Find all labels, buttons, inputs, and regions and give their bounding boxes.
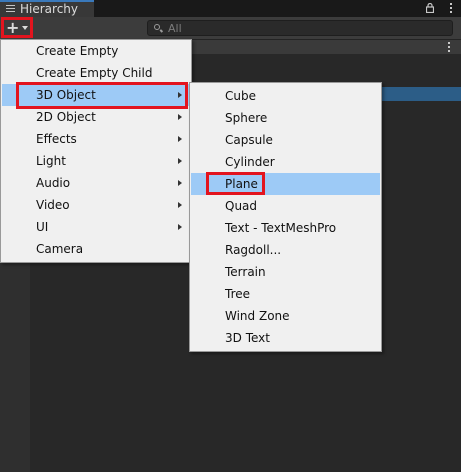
menu-item-video[interactable]: Video [2, 194, 190, 216]
highlight-3d-object [16, 82, 188, 109]
menu-item-cube[interactable]: Cube [191, 85, 380, 107]
search-icon [154, 24, 160, 30]
menu-item-camera[interactable]: Camera [2, 238, 190, 260]
menu-item-effects[interactable]: Effects [2, 128, 190, 150]
tab-bar: Hierarchy [0, 0, 461, 17]
menu-item-text-textmeshpro[interactable]: Text - TextMeshPro [191, 217, 380, 239]
tab-hierarchy[interactable]: Hierarchy [0, 0, 94, 17]
menu-item-3d-text[interactable]: 3D Text [191, 327, 380, 349]
menu-item-light[interactable]: Light [2, 150, 190, 172]
lock-icon[interactable] [426, 3, 434, 13]
tab-title: Hierarchy [20, 2, 79, 16]
menu-item-tree[interactable]: Tree [191, 283, 380, 305]
menu-item-sphere[interactable]: Sphere [191, 107, 380, 129]
menu-item-wind-zone[interactable]: Wind Zone [191, 305, 380, 327]
submenu-3d-object: Cube Sphere Capsule Cylinder Plane Quad … [189, 82, 382, 352]
menu-item-audio[interactable]: Audio [2, 172, 190, 194]
kebab-menu-icon[interactable] [448, 42, 450, 54]
menu-item-create-empty[interactable]: Create Empty [2, 40, 190, 62]
chevron-right-icon [178, 202, 182, 208]
search-field[interactable] [147, 20, 453, 36]
search-input[interactable] [168, 21, 438, 35]
chevron-right-icon [178, 158, 182, 164]
menu-item-quad[interactable]: Quad [191, 195, 380, 217]
menu-item-capsule[interactable]: Capsule [191, 129, 380, 151]
highlight-add-button [1, 17, 33, 38]
chevron-right-icon [178, 136, 182, 142]
menu-item-ui[interactable]: UI [2, 216, 190, 238]
selected-hierarchy-row[interactable] [380, 87, 461, 101]
chevron-right-icon [178, 180, 182, 186]
highlight-plane [206, 172, 265, 195]
toolbar: + [0, 17, 461, 40]
menu-item-cylinder[interactable]: Cylinder [191, 151, 380, 173]
menu-item-2d-object[interactable]: 2D Object [2, 106, 190, 128]
left-gutter [0, 262, 30, 472]
menu-item-terrain[interactable]: Terrain [191, 261, 380, 283]
chevron-right-icon [178, 114, 182, 120]
chevron-right-icon [178, 224, 182, 230]
create-menu: Create Empty Create Empty Child 3D Objec… [0, 39, 192, 263]
hamburger-icon [6, 5, 15, 13]
menu-item-ragdoll[interactable]: Ragdoll... [191, 239, 380, 261]
kebab-menu-icon[interactable] [450, 3, 453, 14]
menu-item-create-empty-child[interactable]: Create Empty Child [2, 62, 190, 84]
